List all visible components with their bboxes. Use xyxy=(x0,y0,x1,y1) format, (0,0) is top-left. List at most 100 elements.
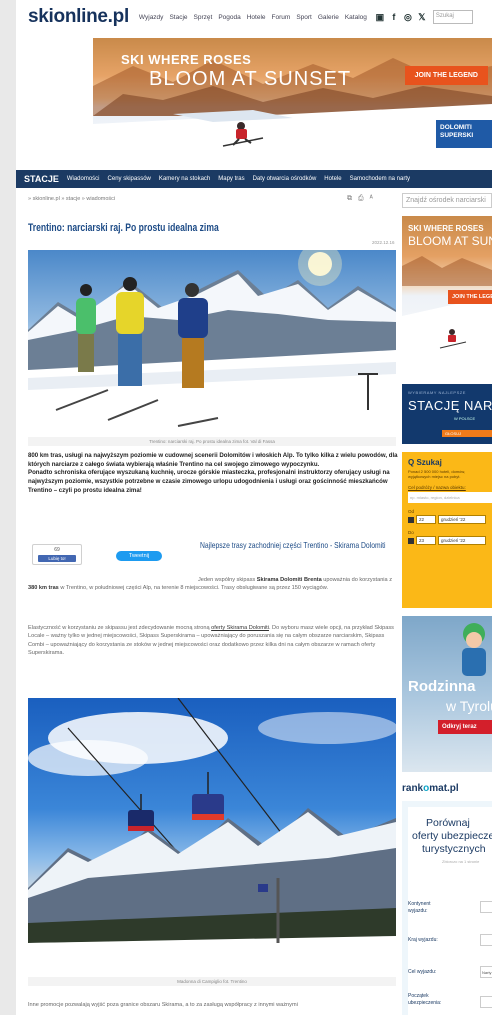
facebook-like-widget[interactable]: 69 Lubię to! xyxy=(32,544,82,565)
from-date-row: 22 grudzień '22 xyxy=(408,515,486,524)
logo-part: rank xyxy=(402,783,424,794)
bold-text: 380 km tras xyxy=(28,585,59,592)
ad-headline-1: SKI WHERE ROSES xyxy=(408,224,484,233)
resort-finder-input[interactable]: Znajdź ośrodek narciarski xyxy=(402,193,492,208)
country-label: Kraj wyjazdu: xyxy=(408,937,438,943)
banner-cta-button[interactable]: JOIN THE LEGEND xyxy=(404,66,488,85)
top-nav-item[interactable]: Katalog xyxy=(345,14,367,21)
banner-headline-1: SKI WHERE ROSES xyxy=(121,52,252,67)
banner-brand-logo: DOLOMITI SUPERSKI xyxy=(436,120,492,148)
tv-icon[interactable]: ▣ xyxy=(375,12,385,22)
top-banner-ad[interactable]: SKI WHERE ROSES BLOOM AT SUNSET JOIN THE… xyxy=(93,38,492,164)
purpose-label: Cel wyjazdu: xyxy=(408,969,437,975)
heading-line: oferty ubezpieczeń xyxy=(412,830,492,842)
continent-label: Kontynent wyjazdu: xyxy=(408,901,431,914)
top-nav-item[interactable]: Forum xyxy=(272,14,291,21)
to-label: Do xyxy=(408,530,414,535)
ad-cta-button[interactable]: JOIN THE LEGEND xyxy=(448,290,492,304)
top-nav-item[interactable]: Stacje xyxy=(169,14,187,21)
start-date-label: Początek ubezpieczenia: xyxy=(408,993,442,1006)
widget-title: Q Szukaj xyxy=(408,458,442,467)
calendar-icon[interactable] xyxy=(408,516,414,523)
main-nav-item[interactable]: Hotele xyxy=(324,176,341,182)
calendar-icon[interactable] xyxy=(408,537,414,544)
main-nav: STACJE Wiadomości Ceny skipassów Kamery … xyxy=(16,170,492,188)
top-nav-item[interactable]: Pogoda xyxy=(218,14,240,21)
logo-part: mat.pl xyxy=(429,783,459,794)
tweet-button[interactable]: Tweetnij xyxy=(116,551,162,561)
main-nav-items: Wiadomości Ceny skipassów Kamery na stok… xyxy=(67,176,410,182)
vote-button[interactable]: GŁOSUJ xyxy=(442,430,492,437)
insurance-subtitle: Zbiorczo na 1 stronie xyxy=(442,859,480,864)
article-photo-chairlift xyxy=(28,698,396,975)
sidebar-ad-dolomiti[interactable]: SKI WHERE ROSES BLOOM AT SUNSET JOIN THE… xyxy=(402,216,492,376)
article-paragraph: Inne promocje pozwalają wyjść poza grani… xyxy=(28,1002,298,1008)
sidebar-ad-tyrol[interactable]: Rodzinna w Tyrolu Odkryj teraz xyxy=(402,616,492,772)
continent-select[interactable] xyxy=(480,901,492,913)
heading-line: Porównaj xyxy=(426,817,470,829)
main-nav-item[interactable]: Ceny skipassów xyxy=(108,176,151,182)
to-day-select[interactable]: 23 xyxy=(416,536,436,545)
facebook-icon[interactable]: f xyxy=(389,12,399,22)
top-nav-item[interactable]: Wyjazdy xyxy=(139,14,164,21)
bold-text: Skirama Dolomiti Brenta xyxy=(256,577,322,583)
from-day-select[interactable]: 22 xyxy=(416,515,436,524)
ad-title: Rodzinna xyxy=(408,678,476,695)
skiers-illustration xyxy=(28,250,396,436)
font-size-icon[interactable]: ᴬ xyxy=(370,195,373,203)
article-paragraph: Elastyczność w korzystaniu ze skipassu j… xyxy=(28,624,400,658)
top-nav-item[interactable]: Galerie xyxy=(318,14,339,21)
page: skionline.pl Wyjazdy Stacje Sprzęt Pogod… xyxy=(16,0,492,1015)
article-date: 2022.12.16 xyxy=(372,240,395,245)
hotel-search-widget: Q Szukaj Ponad 2 500 000 hoteli, domów, … xyxy=(402,452,492,608)
top-nav: Wyjazdy Stacje Sprzęt Pogoda Hotele Foru… xyxy=(139,14,367,21)
article-lead: 800 km tras, usługi na najwyższym poziom… xyxy=(28,452,398,496)
top-nav-item[interactable]: Sprzęt xyxy=(194,14,213,21)
chairlift-illustration xyxy=(28,698,396,975)
breadcrumb[interactable]: » skionline.pl » stacje » wiadomości xyxy=(28,196,115,202)
ad-small-text: WYBIERAMY NAJLEPSZE xyxy=(408,390,466,395)
ad-slope-illustration xyxy=(402,256,492,376)
country-select[interactable] xyxy=(480,934,492,946)
heading-line: turystycznych xyxy=(422,843,486,855)
to-date-row: 23 grudzień '22 xyxy=(408,536,486,545)
main-nav-item[interactable]: Wiadomości xyxy=(67,176,100,182)
main-nav-brand[interactable]: STACJE xyxy=(16,174,67,184)
like-count: 69 xyxy=(54,547,60,553)
share-icon[interactable]: ⧉ xyxy=(347,195,352,203)
ski-slope-illustration xyxy=(93,104,492,164)
lead-paragraph: 800 km tras, usługi na najwyższym poziom… xyxy=(28,452,398,468)
main-nav-item[interactable]: Kamery na stokach xyxy=(159,176,210,182)
destination-input[interactable]: np. miasto, region, dzielnica xyxy=(408,492,492,503)
from-month-select[interactable]: grudzień '22 xyxy=(438,515,486,524)
social-links: ▣ f ◎ 𝕏 xyxy=(375,12,427,23)
lead-paragraph: Ponadto schroniska oferujące wyszukaną k… xyxy=(28,469,390,494)
to-month-select[interactable]: grudzień '22 xyxy=(438,536,486,545)
rankomat-logo[interactable]: rankomat.pl xyxy=(402,783,459,794)
destination-label: Cel podróży / nazwa obiektu: xyxy=(408,485,466,490)
main-nav-item[interactable]: Mapy tras xyxy=(218,176,244,182)
widget-description: Ponad 2 500 000 hoteli, domów, wyjątkowy… xyxy=(408,469,466,479)
article-hero-photo xyxy=(28,250,396,436)
ad-subtitle: w Tyrolu xyxy=(446,698,492,714)
print-icon[interactable]: ⎙ xyxy=(358,195,364,203)
twitter-icon[interactable]: 𝕏 xyxy=(417,12,427,22)
text-span: Elastyczność w korzystaniu ze skipassu j… xyxy=(28,625,212,631)
facebook-like-button[interactable]: Lubię to! xyxy=(38,555,76,562)
banner-care-text: WE CARE ABOUT THE DOLOMITES xyxy=(374,124,407,142)
main-nav-item[interactable]: Samochodem na narty xyxy=(350,176,410,182)
related-article-link[interactable]: Najlepsze trasy zachodniej części Trenti… xyxy=(200,540,390,550)
site-search-input[interactable]: Szukaj xyxy=(432,10,473,24)
top-nav-item[interactable]: Hotele xyxy=(247,14,266,21)
top-nav-item[interactable]: Sport xyxy=(296,14,312,21)
skirama-offer-link[interactable]: oferty Skirama Dolomiti xyxy=(211,625,269,631)
banner-headline-2: BLOOM AT SUNSET xyxy=(149,68,352,90)
sidebar-ad-vote[interactable]: WYBIERAMY NAJLEPSZE STACJĘ NARCIARSKĄ W … xyxy=(402,384,492,444)
purpose-select[interactable]: Narty xyxy=(480,966,492,978)
site-logo[interactable]: skionline.pl xyxy=(28,6,129,28)
start-date-input[interactable] xyxy=(480,996,492,1008)
discover-button[interactable]: Odkryj teraz xyxy=(438,720,492,734)
main-nav-item[interactable]: Daty otwarcia ośrodków xyxy=(253,176,317,182)
ad-headline-2: BLOOM AT SUNSET xyxy=(408,234,492,248)
instagram-icon[interactable]: ◎ xyxy=(403,12,413,22)
